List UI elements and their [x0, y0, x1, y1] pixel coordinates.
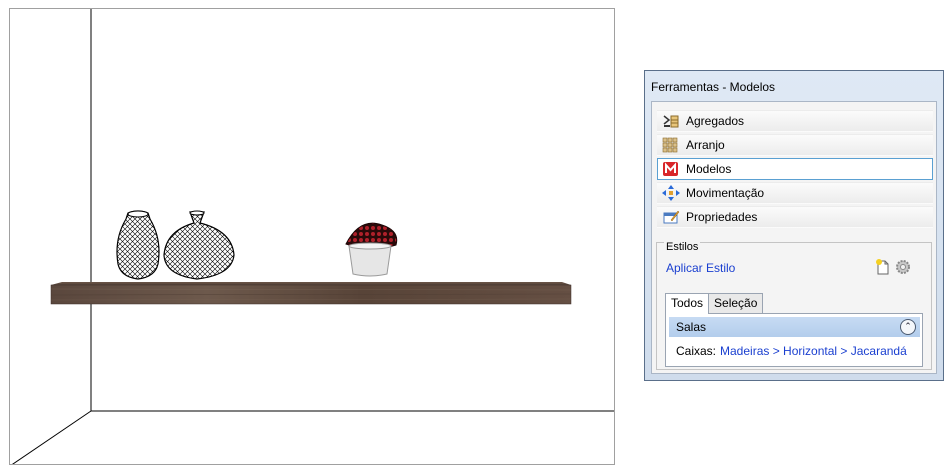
- tools-panel: Ferramentas - Modelos Agregados Arranjo …: [644, 70, 944, 381]
- tool-item-modelos[interactable]: Modelos: [657, 158, 933, 180]
- styles-legend: Estilos: [664, 241, 701, 253]
- tool-item-propriedades[interactable]: Propriedades: [657, 206, 933, 228]
- tool-label: Agregados: [686, 114, 745, 128]
- group-header-salas[interactable]: Salas ⌃: [669, 317, 920, 337]
- styles-tabs: Todos Seleção: [665, 293, 764, 314]
- styles-group: Estilos Aplicar Estilo Todos Seleção Sal…: [656, 241, 932, 370]
- caixas-label: Caixas:: [676, 344, 717, 358]
- panel-title: Ferramentas - Modelos: [651, 80, 776, 94]
- tool-label: Modelos: [686, 162, 732, 176]
- tab-content: Salas ⌃ Caixas: Madeiras > Horizontal > J…: [665, 313, 923, 367]
- wooden-shelf: [50, 282, 572, 305]
- new-style-icon[interactable]: [875, 259, 891, 275]
- panel-body: Agregados Arranjo Modelos Movimentação P: [651, 101, 937, 374]
- models-m-icon: [662, 161, 680, 177]
- tool-item-agregados[interactable]: Agregados: [657, 110, 933, 132]
- move-arrows-icon: [662, 185, 680, 201]
- caixas-style-link[interactable]: Madeiras > Horizontal > Jacarandá: [720, 344, 907, 358]
- tool-label: Movimentação: [686, 186, 765, 200]
- apply-style-link[interactable]: Aplicar Estilo: [666, 261, 735, 275]
- tool-label: Propriedades: [686, 210, 758, 224]
- room-edges: [12, 9, 614, 464]
- group-header-label: Salas: [676, 320, 707, 334]
- wireframe-vase-tall: [116, 210, 160, 280]
- flower-pot: [345, 222, 398, 277]
- aggregates-icon: [662, 113, 680, 129]
- wireframe-vase-round: [163, 210, 235, 280]
- properties-icon: [662, 209, 680, 225]
- tool-label: Arranjo: [686, 138, 725, 152]
- chevron-up-icon[interactable]: ⌃: [900, 319, 916, 335]
- tab-selecao[interactable]: Seleção: [708, 293, 764, 313]
- tool-item-arranjo[interactable]: Arranjo: [657, 134, 933, 156]
- tab-todos[interactable]: Todos: [665, 293, 710, 314]
- scene-canvas: [12, 9, 614, 464]
- 3d-viewport[interactable]: [9, 8, 615, 465]
- caixas-row: Caixas: Madeiras > Horizontal > Jacarandá: [676, 344, 907, 358]
- tool-item-movimentacao[interactable]: Movimentação: [657, 182, 933, 204]
- arrangement-grid-icon: [662, 137, 680, 153]
- gear-icon[interactable]: [895, 259, 911, 275]
